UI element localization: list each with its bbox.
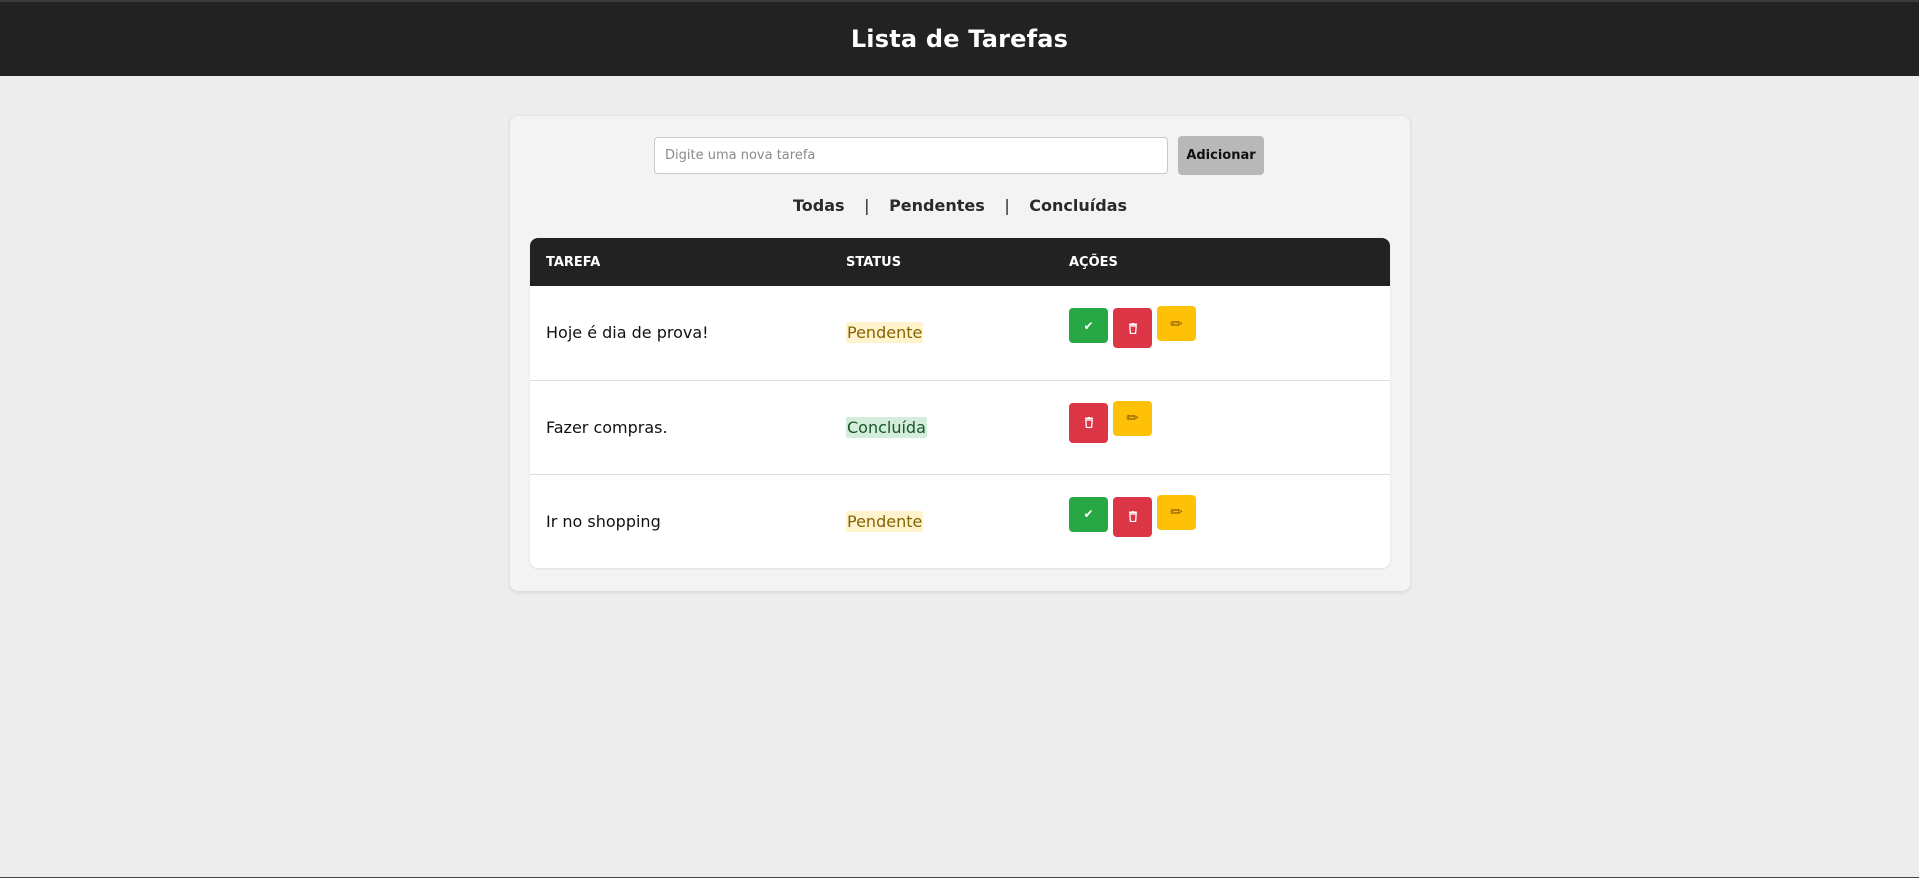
trash-icon — [1128, 322, 1137, 334]
status-cell: Pendente — [830, 286, 1053, 380]
actions-cell: ✔ ✏ — [1053, 286, 1390, 380]
app-header: Lista de Tarefas — [0, 2, 1919, 76]
task-table-header: TAREFA STATUS AÇÕES — [530, 238, 1390, 286]
edit-button[interactable]: ✏ — [1157, 306, 1196, 341]
pencil-icon: ✏ — [1170, 314, 1183, 333]
trash-icon — [1128, 511, 1137, 522]
actions-cell: ✏ — [1053, 380, 1390, 474]
new-task-input[interactable] — [654, 137, 1168, 174]
column-header-actions: AÇÕES — [1069, 254, 1118, 270]
table-row: Fazer compras. Concluída ✏ — [530, 380, 1390, 474]
task-table-body: Hoje é dia de prova! Pendente ✔ ✏ Fazer … — [530, 286, 1390, 568]
header-row: TAREFA STATUS AÇÕES — [530, 238, 1390, 286]
filter-separator: | — [1004, 196, 1010, 215]
filter-completed-link[interactable]: Concluídas — [1029, 196, 1127, 215]
actions-cell: ✔ ✏ — [1053, 474, 1390, 568]
row-actions: ✔ ✏ — [1069, 494, 1390, 537]
table-row: Hoje é dia de prova! Pendente ✔ ✏ — [530, 286, 1390, 380]
todo-card: Adicionar Todas | Pendentes | Concluídas… — [510, 116, 1410, 591]
task-name: Ir no shopping — [546, 511, 661, 531]
status-cell: Concluída — [830, 380, 1053, 474]
checkmark-icon: ✔ — [1083, 507, 1094, 521]
filter-pending-link[interactable]: Pendentes — [889, 196, 985, 215]
pencil-icon: ✏ — [1170, 503, 1183, 521]
checkmark-icon: ✔ — [1083, 318, 1094, 333]
edit-button[interactable]: ✏ — [1113, 400, 1152, 436]
row-actions: ✏ — [1069, 400, 1390, 443]
row-actions: ✔ ✏ — [1069, 306, 1390, 348]
status-cell: Pendente — [830, 474, 1053, 568]
page-title: Lista de Tarefas — [850, 25, 1069, 53]
status-badge: Concluída — [846, 416, 927, 438]
task-table: TAREFA STATUS AÇÕES Hoje é dia de prova!… — [530, 238, 1390, 568]
complete-button[interactable]: ✔ — [1069, 496, 1108, 532]
add-task-button[interactable]: Adicionar — [1178, 136, 1264, 175]
filter-nav: Todas | Pendentes | Concluídas — [510, 196, 1410, 215]
delete-button[interactable] — [1113, 496, 1152, 537]
filter-separator: | — [864, 196, 870, 215]
task-table-container: TAREFA STATUS AÇÕES Hoje é dia de prova!… — [530, 238, 1390, 568]
edit-button[interactable]: ✏ — [1157, 494, 1196, 530]
task-name: Hoje é dia de prova! — [546, 323, 709, 343]
table-row: Ir no shopping Pendente ✔ ✏ — [530, 474, 1390, 568]
column-header-task: TAREFA — [546, 254, 601, 270]
add-task-form: Adicionar — [654, 136, 1264, 175]
status-badge: Pendente — [846, 510, 924, 532]
delete-button[interactable] — [1069, 402, 1108, 443]
complete-button[interactable]: ✔ — [1069, 308, 1108, 343]
delete-button[interactable] — [1113, 308, 1152, 348]
filter-all-link[interactable]: Todas — [793, 196, 845, 215]
task-name: Fazer compras. — [546, 417, 668, 437]
pencil-icon: ✏ — [1126, 409, 1139, 427]
trash-icon — [1084, 417, 1093, 428]
column-header-status: STATUS — [846, 254, 902, 270]
status-badge: Pendente — [846, 322, 924, 344]
